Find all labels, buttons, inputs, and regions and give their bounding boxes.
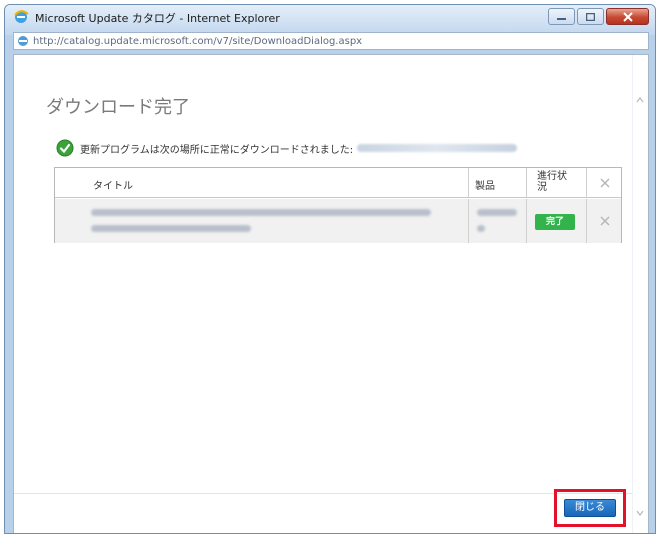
header-product-cell: 製品 bbox=[469, 168, 527, 197]
status-row: 更新プログラムは次の場所に正常にダウンロードされました: bbox=[56, 139, 518, 157]
footer-divider bbox=[14, 493, 632, 494]
column-header-product: 製品 bbox=[475, 181, 495, 192]
maximize-button[interactable] bbox=[577, 8, 604, 25]
column-header-progress: 進行状況 bbox=[537, 171, 567, 193]
row-remove-cell bbox=[587, 199, 623, 243]
title-bar: Microsoft Update カタログ - Internet Explore… bbox=[5, 5, 655, 29]
row-progress-cell: 完了 bbox=[527, 199, 587, 243]
close-dialog-button[interactable]: 閉じる bbox=[564, 499, 616, 517]
browser-window: Microsoft Update カタログ - Internet Explore… bbox=[4, 4, 656, 534]
internet-explorer-icon bbox=[14, 10, 29, 23]
update-title-redacted-line2 bbox=[91, 225, 251, 232]
close-button-highlight: 閉じる bbox=[554, 489, 626, 527]
header-title-cell: タイトル bbox=[55, 168, 469, 197]
url-text[interactable]: http://catalog.update.microsoft.com/v7/s… bbox=[33, 36, 362, 47]
remove-row-icon[interactable] bbox=[599, 215, 611, 227]
product-redacted-line2 bbox=[477, 225, 485, 232]
chevron-down-icon[interactable] bbox=[635, 508, 645, 518]
header-remove-cell bbox=[587, 168, 623, 197]
product-redacted bbox=[477, 209, 517, 216]
table-header: タイトル 製品 進行状況 bbox=[55, 168, 621, 198]
remove-all-icon[interactable] bbox=[599, 177, 611, 189]
minimize-icon bbox=[557, 17, 566, 20]
header-progress-cell: 進行状況 bbox=[527, 168, 587, 197]
column-header-title: タイトル bbox=[93, 181, 133, 192]
window-controls bbox=[548, 8, 649, 25]
close-window-button[interactable] bbox=[606, 8, 649, 25]
success-check-icon bbox=[56, 139, 74, 157]
vertical-scrollbar[interactable] bbox=[632, 55, 648, 533]
update-title-redacted bbox=[91, 209, 431, 216]
status-message: 更新プログラムは次の場所に正常にダウンロードされました: bbox=[80, 144, 354, 156]
table-row: 完了 bbox=[55, 199, 621, 243]
window-title: Microsoft Update カタログ - Internet Explore… bbox=[35, 12, 280, 25]
minimize-button[interactable] bbox=[548, 8, 575, 25]
close-icon bbox=[622, 11, 633, 22]
chevron-up-icon[interactable] bbox=[635, 95, 645, 105]
download-path-redacted bbox=[357, 144, 518, 152]
row-title-cell bbox=[55, 199, 469, 243]
row-product-cell bbox=[469, 199, 527, 243]
maximize-icon bbox=[586, 12, 595, 21]
page-icon bbox=[18, 36, 28, 46]
address-bar[interactable]: http://catalog.update.microsoft.com/v7/s… bbox=[13, 32, 649, 50]
download-table: タイトル 製品 進行状況 完了 bbox=[54, 167, 622, 243]
status-badge: 完了 bbox=[535, 214, 575, 230]
dialog-title: ダウンロード完了 bbox=[46, 97, 190, 118]
page-content: ダウンロード完了 更新プログラムは次の場所に正常にダウンロードされました: タイ… bbox=[13, 54, 649, 533]
